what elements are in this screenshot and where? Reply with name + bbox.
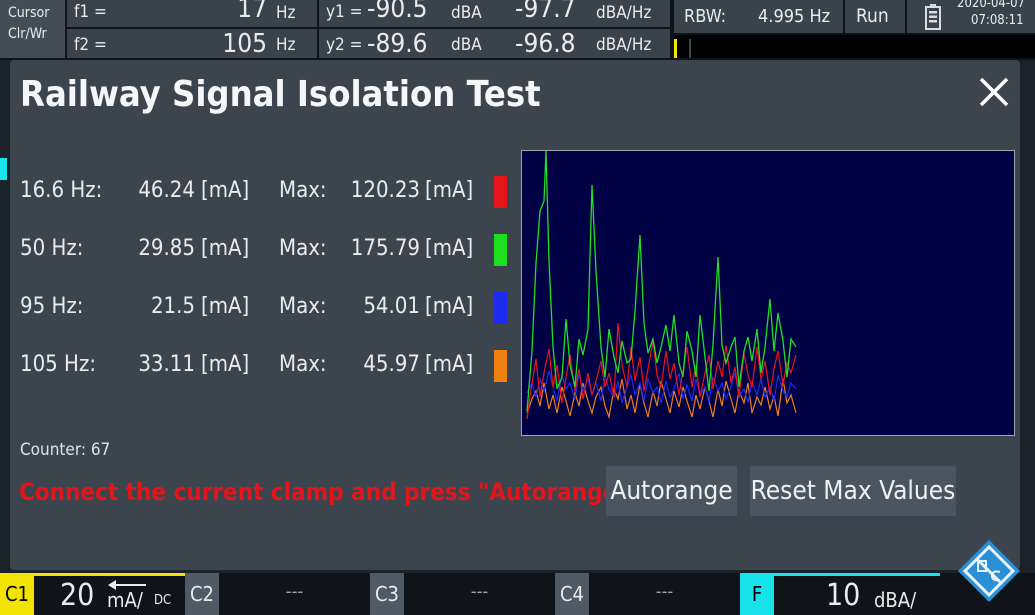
y2-density: -96.8 [515, 29, 576, 59]
row-max-label: Max: [279, 178, 327, 203]
row-value: 33.11 [138, 352, 195, 377]
row-max-unit: [mA] [425, 294, 474, 319]
datetime-cell: 2020-04-07 07:08:11 [907, 0, 1035, 33]
row-max-label: Max: [279, 294, 327, 319]
y2-value: -89.6 [367, 29, 428, 59]
timeline-strip [674, 35, 1035, 58]
row-freq: 16.6 Hz: [20, 178, 103, 203]
close-icon[interactable] [974, 72, 1014, 112]
probe-arrow-icon [108, 580, 146, 590]
c1-unit: mA/ [107, 588, 143, 612]
f1-label: f1 = [74, 2, 107, 22]
channel-c3-tag[interactable]: C3 [370, 573, 404, 615]
channel-c1-scale[interactable]: 20 mA/ DC [34, 573, 185, 615]
f-value: 10 [826, 578, 861, 613]
autorange-button[interactable]: Autorange [606, 466, 737, 516]
y2-readout[interactable]: y2 = -89.6 dBA -96.8 dBA/Hz [319, 29, 670, 59]
f1-readout[interactable]: f1 = 17 Hz [67, 0, 317, 27]
row-unit: [mA] [201, 178, 250, 203]
row-freq: 95 Hz: [20, 294, 84, 319]
run-label: Run [856, 5, 889, 27]
row-max-label: Max: [279, 236, 327, 261]
rbw-readout[interactable]: RBW: 4.995 Hz [674, 0, 843, 33]
row-unit: [mA] [201, 236, 250, 261]
f2-readout[interactable]: f2 = 105 Hz [67, 29, 317, 59]
row-unit: [mA] [201, 294, 250, 319]
f2-unit: Hz [276, 35, 296, 55]
f2-label: f2 = [74, 35, 107, 55]
row-max: 120.23 [350, 178, 420, 203]
c1-value: 20 [60, 578, 95, 613]
row-freq: 50 Hz: [20, 236, 84, 261]
row-value: 46.24 [138, 178, 195, 203]
rbw-label: RBW: [684, 6, 727, 27]
y2-density-unit: dBA/Hz [596, 35, 652, 55]
trace-marker [0, 158, 7, 180]
swatch-16-6hz [494, 176, 507, 208]
cursor-mode-cell[interactable]: Cursor Clr/Wr [0, 0, 65, 58]
instruction-message: Connect the current clamp and press "Aut… [19, 478, 655, 506]
y2-unit: dBA [451, 35, 482, 55]
clrwr-label: Clr/Wr [8, 26, 47, 42]
row-max-unit: [mA] [425, 352, 474, 377]
row-unit: [mA] [201, 352, 250, 377]
y1-density-unit: dBA/Hz [596, 3, 652, 23]
row-max-unit: [mA] [425, 178, 474, 203]
row-max: 45.97 [363, 352, 420, 377]
row-max: 175.79 [350, 236, 420, 261]
y1-label: y1 = [326, 2, 363, 22]
battery-icon [925, 4, 941, 30]
f1-value: 17 [237, 0, 267, 24]
swatch-50hz [494, 234, 507, 266]
rbw-value: 4.995 Hz [758, 6, 831, 27]
channel-c3-scale[interactable]: --- [404, 581, 555, 602]
railway-dialog: Railway Signal Isolation Test 16.6 Hz: 4… [10, 60, 1020, 570]
row-max: 54.01 [363, 294, 420, 319]
row-value: 29.85 [138, 236, 195, 261]
row-max-label: Max: [279, 352, 327, 377]
date-label: 2020-04-07 [957, 0, 1025, 11]
row-max-unit: [mA] [425, 236, 474, 261]
y1-unit: dBA [451, 3, 482, 23]
y2-label: y2 = [326, 35, 363, 55]
counter-label: Counter: 67 [20, 440, 111, 460]
y1-value: -90.5 [367, 0, 428, 24]
channel-c4-scale[interactable]: --- [589, 581, 740, 602]
channel-f-tag[interactable]: F [740, 573, 774, 615]
time-label: 07:08:11 [971, 13, 1024, 28]
channel-c1-tag[interactable]: C1 [0, 573, 34, 615]
reset-max-button[interactable]: Reset Max Values [750, 466, 956, 516]
channel-c2-scale[interactable]: --- [219, 581, 370, 602]
rohde-schwarz-logo-icon [958, 540, 1020, 602]
f2-value: 105 [222, 29, 267, 59]
f-unit: dBA/ [874, 588, 917, 612]
swatch-95hz [494, 292, 507, 324]
y1-readout[interactable]: y1 = -90.5 dBA -97.7 dBA/Hz [319, 0, 670, 27]
trend-plot [521, 150, 1015, 436]
dialog-title: Railway Signal Isolation Test [20, 74, 541, 115]
row-freq: 105 Hz: [20, 352, 97, 377]
f1-unit: Hz [276, 3, 296, 23]
c1-coupling: DC [154, 593, 172, 608]
y1-density: -97.7 [515, 0, 576, 24]
swatch-105hz [494, 350, 507, 382]
row-value: 21.5 [150, 294, 195, 319]
top-status-bar: Cursor Clr/Wr f1 = 17 Hz f2 = 105 Hz y1 … [0, 0, 1035, 60]
channel-c4-tag[interactable]: C4 [555, 573, 589, 615]
channel-c2-tag[interactable]: C2 [185, 573, 219, 615]
run-button[interactable]: Run [845, 0, 905, 33]
cursor-label: Cursor [8, 5, 50, 21]
channel-f-scale[interactable]: 10 dBA/ [774, 573, 940, 615]
